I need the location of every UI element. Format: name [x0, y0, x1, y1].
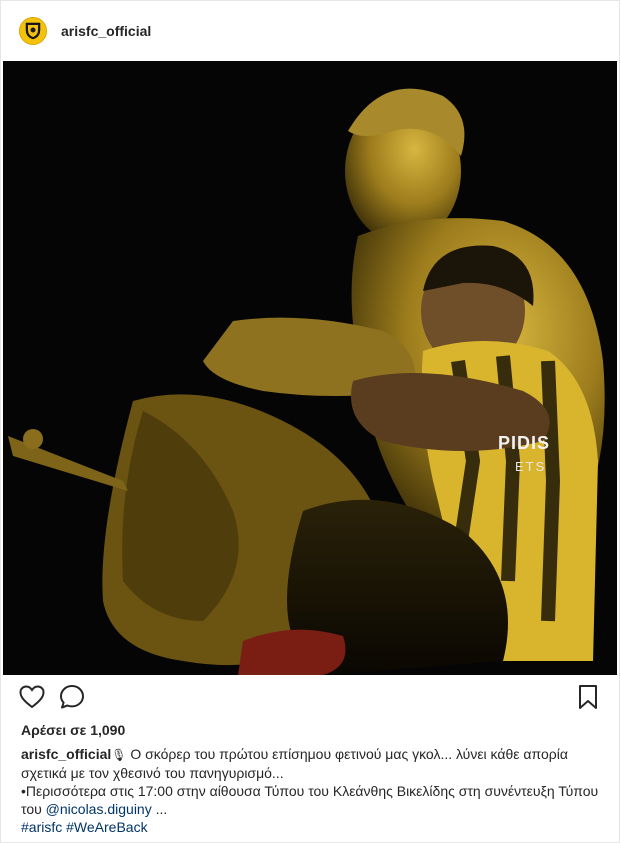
comment-button[interactable]	[57, 682, 87, 712]
jersey-sponsor-subtext: ETS	[515, 459, 546, 474]
hashtag-wearebback[interactable]: #WeAreBack	[66, 819, 147, 835]
like-button[interactable]	[17, 682, 47, 712]
post-header: arisfc_official	[1, 1, 619, 61]
save-button[interactable]	[573, 682, 603, 712]
caption-username[interactable]: arisfc_official	[21, 746, 111, 762]
heart-icon	[19, 685, 45, 709]
instagram-post: arisfc_official PIDIS ETS Αρέσει σε 1,09…	[0, 0, 620, 843]
microphone-emoji: 🎙	[111, 748, 127, 762]
bookmark-icon	[579, 685, 597, 709]
mention-link[interactable]: @nicolas.diguiny	[46, 801, 152, 817]
comment-bubble-icon	[60, 685, 84, 709]
hashtag-arisfc[interactable]: #arisfc	[21, 819, 62, 835]
post-caption: arisfc_official🎙 Ο σκόρερ του πρώτου επί…	[21, 745, 599, 836]
caption-more: ...	[151, 801, 168, 817]
jersey-sponsor-text: PIDIS	[498, 433, 550, 453]
post-actions	[1, 682, 619, 716]
post-image[interactable]: PIDIS ETS	[3, 61, 617, 675]
artwork-illustration: PIDIS ETS	[3, 61, 617, 675]
profile-avatar[interactable]	[19, 17, 47, 45]
aris-fc-crest-icon	[25, 22, 41, 40]
post-username[interactable]: arisfc_official	[61, 23, 151, 39]
likes-count[interactable]: Αρέσει σε 1,090	[21, 722, 125, 738]
